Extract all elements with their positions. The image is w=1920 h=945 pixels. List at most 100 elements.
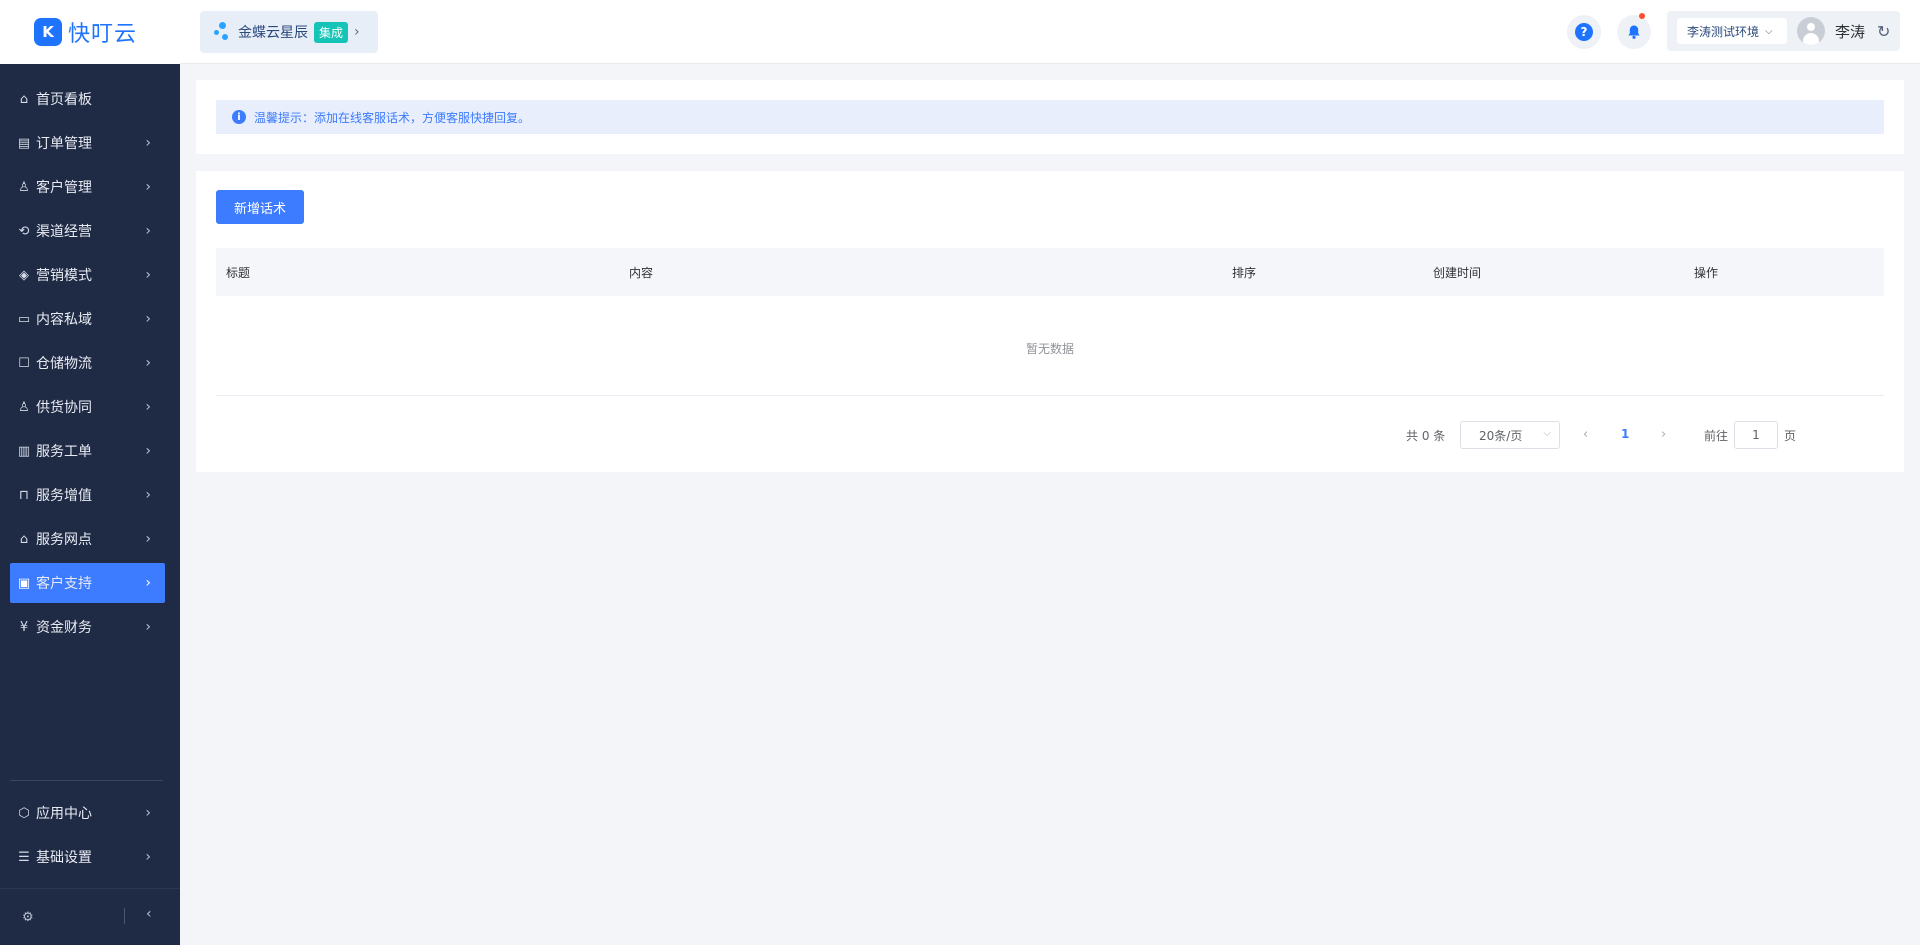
add-script-button[interactable]: 新增话术 xyxy=(216,190,304,224)
tip-text: 温馨提示：添加在线客服话术，方便客服快捷回复。 xyxy=(254,110,531,125)
chevron-right-icon: › xyxy=(145,399,151,415)
image-icon: ▭ xyxy=(17,311,31,327)
integration-chip[interactable]: 金蝶云星辰 集成 › xyxy=(200,11,378,53)
sidebar-item-customers[interactable]: ♙ 客户管理 › xyxy=(10,167,165,207)
sidebar-item-label: 订单管理 xyxy=(36,136,92,152)
sidebar-item-settings[interactable]: ☰ 基础设置 › xyxy=(10,837,165,877)
sidebar-item-content[interactable]: ▭ 内容私域 › xyxy=(10,299,165,339)
chevron-right-icon: › xyxy=(145,619,151,635)
chevron-right-icon: › xyxy=(145,575,151,591)
page-size-select[interactable]: 20条/页 ⌵ xyxy=(1460,421,1560,449)
sidebar-bottom-divider xyxy=(0,888,180,889)
goto-page-input[interactable]: 1 xyxy=(1734,421,1778,449)
env-select[interactable]: 李涛测试环境 ⌵ xyxy=(1677,18,1787,44)
clipboard-icon: ▤ xyxy=(17,135,31,151)
chevron-down-icon: ⌵ xyxy=(1543,428,1551,439)
column-header-content: 内容 xyxy=(629,266,654,280)
user-name[interactable]: 李涛 xyxy=(1835,21,1865,42)
tag-icon: ◈ xyxy=(19,267,29,283)
chevron-right-icon: › xyxy=(145,135,151,151)
page-size-value: 20条/页 xyxy=(1479,428,1523,443)
table-header: 标题 内容 排序 创建时间 操作 xyxy=(216,248,1884,296)
store-icon: ⌂ xyxy=(19,531,29,547)
bell-icon xyxy=(1628,25,1640,39)
sidebar-item-supply[interactable]: ♙ 供货协同 › xyxy=(10,387,165,427)
table-bottom-divider xyxy=(216,395,1884,396)
chevron-right-icon: › xyxy=(145,267,151,283)
help-icon: ? xyxy=(1575,23,1593,41)
sidebar-item-label: 服务工单 xyxy=(36,444,92,460)
yen-icon: ¥ xyxy=(19,619,29,635)
column-header-title: 标题 xyxy=(226,266,251,280)
sidebar-item-label: 基础设置 xyxy=(36,850,92,866)
sidebar-item-label: 客户管理 xyxy=(36,180,92,196)
goto-suffix: 页 xyxy=(1784,429,1797,443)
chevron-right-icon: › xyxy=(145,487,151,503)
sidebar-item-dashboard[interactable]: ⌂ 首页看板 xyxy=(10,79,165,119)
avatar[interactable] xyxy=(1797,17,1825,45)
next-page-button[interactable]: › xyxy=(1661,427,1666,442)
sidebar-footer: ⚙ ‹ xyxy=(0,890,180,944)
home-icon: ⌂ xyxy=(19,91,29,107)
goto-label: 前往 xyxy=(1704,429,1729,443)
sidebar-item-finance[interactable]: ¥ 资金财务 › xyxy=(10,607,165,647)
chevron-right-icon: › xyxy=(145,849,151,865)
sidebar-item-app-center[interactable]: ⬡ 应用中心 › xyxy=(10,793,165,833)
chevron-right-icon: › xyxy=(145,443,151,459)
chevron-right-icon: › xyxy=(145,805,151,821)
tip-card: i 温馨提示：添加在线客服话术，方便客服快捷回复。 xyxy=(196,80,1904,154)
column-header-sort: 排序 xyxy=(1232,266,1257,280)
sidebar-item-label: 内容私域 xyxy=(36,312,92,328)
sidebar-item-service-points[interactable]: ⌂ 服务网点 › xyxy=(10,519,165,559)
integration-label: 金蝶云星辰 xyxy=(238,25,308,41)
channel-icon: ⟲ xyxy=(18,223,30,239)
integration-badge: 集成 xyxy=(314,21,349,43)
prev-page-button[interactable]: ‹ xyxy=(1583,427,1588,442)
sidebar: ⌂ 首页看板 ▤ 订单管理 › ♙ 客户管理 › ⟲ 渠道经营 › ◈ 营销模式… xyxy=(0,64,180,945)
cube-icon: ⬡ xyxy=(18,805,30,821)
logo[interactable]: K 快叮云 xyxy=(0,0,180,64)
page-number-current[interactable]: 1 xyxy=(1621,427,1629,441)
sidebar-item-customer-support[interactable]: ▣ 客户支持 › xyxy=(10,563,165,603)
sidebar-item-label: 资金财务 xyxy=(36,620,92,636)
refresh-icon[interactable]: ↻ xyxy=(1877,22,1890,41)
sidebar-item-value-added[interactable]: ⊓ 服务增值 › xyxy=(10,475,165,515)
sidebar-item-label: 营销模式 xyxy=(36,268,92,284)
sidebar-item-label: 供货协同 xyxy=(36,400,92,416)
user-icon: ♙ xyxy=(18,179,30,195)
collapse-sidebar-icon[interactable]: ‹ xyxy=(146,906,152,922)
main-card: 新增话术 标题 内容 排序 创建时间 操作 暂无数据 共 0 条 20条/页 ⌵… xyxy=(196,171,1904,472)
help-button[interactable]: ? xyxy=(1567,15,1601,49)
sidebar-divider xyxy=(10,780,163,781)
chevron-right-icon: › xyxy=(145,531,151,547)
supply-icon: ♙ xyxy=(18,399,30,415)
sidebar-item-label: 服务增值 xyxy=(36,488,92,504)
notification-button[interactable] xyxy=(1617,13,1651,49)
gear-icon[interactable]: ⚙ xyxy=(22,910,34,925)
sidebar-item-marketing[interactable]: ◈ 营销模式 › xyxy=(10,255,165,295)
sliders-icon: ☰ xyxy=(18,849,30,865)
info-icon: i xyxy=(232,110,246,124)
notification-dot xyxy=(1639,13,1645,19)
chevron-down-icon: ⌵ xyxy=(1765,25,1773,37)
sidebar-item-label: 渠道经营 xyxy=(36,224,92,240)
support-icon: ▣ xyxy=(17,575,31,591)
user-area: 李涛测试环境 ⌵ 李涛 ↻ xyxy=(1667,11,1900,51)
sidebar-item-label: 应用中心 xyxy=(36,806,92,822)
sidebar-item-service-tickets[interactable]: ▥ 服务工单 › xyxy=(10,431,165,471)
sidebar-item-label: 首页看板 xyxy=(36,92,92,108)
chevron-right-icon: › xyxy=(145,179,151,195)
sidebar-item-label: 仓储物流 xyxy=(36,356,92,372)
sidebar-item-orders[interactable]: ▤ 订单管理 › xyxy=(10,123,165,163)
chevron-right-icon: › xyxy=(145,311,151,327)
sidebar-item-warehouse[interactable]: ☐ 仓储物流 › xyxy=(10,343,165,383)
sidebar-item-channels[interactable]: ⟲ 渠道经营 › xyxy=(10,211,165,251)
column-header-created-time: 创建时间 xyxy=(1433,266,1482,280)
footer-separator xyxy=(124,908,125,924)
column-header-actions: 操作 xyxy=(1694,266,1719,280)
top-bar: K 快叮云 金蝶云星辰 集成 › ? 李涛测试环境 ⌵ 李涛 ↻ xyxy=(0,0,1920,64)
bag-icon: ⊓ xyxy=(18,487,30,503)
ticket-icon: ▥ xyxy=(17,443,31,459)
pagination-total: 共 0 条 xyxy=(1406,429,1446,443)
sidebar-item-label: 服务网点 xyxy=(36,532,92,548)
